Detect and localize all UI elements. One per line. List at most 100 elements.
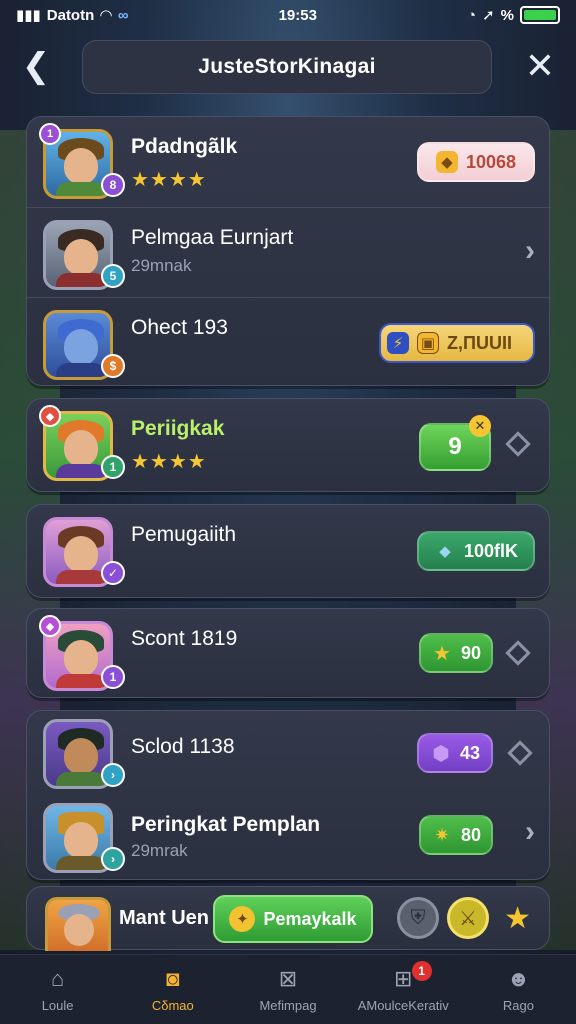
diamond-icon[interactable]	[505, 431, 531, 457]
tab-label: AMoulceKerativ	[357, 998, 449, 1013]
level-badge: 1	[101, 455, 125, 479]
gem-value: 43	[459, 742, 481, 763]
list-item[interactable]: 1 8 Pdadngãlk ★★★★ ◆ 10068	[27, 117, 551, 207]
player-name: Pelmgaa Eurnjart	[131, 226, 294, 249]
list-item[interactable]: 5 Pelmgaa Eurnjart 29mnak ›	[27, 207, 551, 297]
level-badge: ›	[101, 763, 125, 787]
alarm-icon: ◔	[467, 6, 477, 24]
gem-pill[interactable]: ◆ 100flK	[417, 531, 535, 571]
player-name: Scont 1819	[131, 627, 238, 650]
gem-value: 100flK	[463, 540, 519, 561]
chevron-right-icon[interactable]: ›	[525, 815, 535, 849]
tab-profile[interactable]: ☻ Rago	[461, 955, 576, 1024]
star-icon[interactable]: ★	[504, 901, 531, 936]
tab-label: Cδmao	[151, 998, 194, 1013]
list-item[interactable]: $ Ohect 193 ⚡ ▣ Z,ΠUUII	[27, 297, 551, 387]
chest-icon: ▣	[417, 332, 439, 354]
shield-icon: ⛨	[410, 906, 426, 929]
reward-pill[interactable]: ⚡ ▣ Z,ΠUUII	[379, 323, 535, 363]
rank-gem-icon: 1	[39, 123, 61, 145]
notification-badge: 1	[411, 961, 432, 981]
player-name: Ohect 193	[131, 316, 228, 339]
tab-label: Mefimpag	[259, 998, 317, 1013]
player-name: Pdadngãlk	[131, 135, 238, 158]
battery-icon	[520, 6, 560, 24]
coin-star-icon: ✷	[434, 824, 450, 845]
score-pill[interactable]: ✷ 80	[419, 815, 493, 855]
leaderboard-group: 1 8 Pdadngãlk ★★★★ ◆ 10068 5 Pelmgaa Eur…	[26, 116, 551, 387]
shield-button[interactable]: ⛨	[397, 897, 439, 939]
home-icon: ⌂	[50, 966, 65, 991]
top-bar: ❮ JusteStorKinagai ✕	[0, 38, 576, 96]
back-button[interactable]: ❮	[16, 46, 56, 86]
player-name: Pemugаiith	[131, 523, 237, 546]
coin-icon: ◆	[435, 151, 458, 173]
player-name: Peringkat Pemplan	[131, 813, 321, 836]
leaderboard-group: › Sclod 1138 ⬢ 43 › Peringkat Pemplan 29…	[26, 710, 550, 880]
tab-image[interactable]: ⊠ Mefimpag	[230, 955, 345, 1024]
wifi-icon: ◠	[100, 7, 112, 24]
close-icon: ✕	[524, 45, 556, 86]
score-pill[interactable]: ◆ 10068	[417, 142, 535, 182]
clock: 19:53	[278, 6, 317, 24]
diamond-icon[interactable]	[507, 740, 533, 766]
list-item[interactable]: ✓ Pemugаiith ◆ 100flK	[26, 504, 550, 598]
list-item[interactable]: ◆ 1 Periigkak ★★★★ 9 ✕	[26, 398, 550, 492]
list-item[interactable]: › Sclod 1138 ⬢ 43	[27, 711, 551, 795]
level-badge: 5	[101, 264, 125, 288]
page-title: JusteStorKinagai	[82, 40, 492, 94]
close-badge-icon[interactable]: ✕	[469, 415, 491, 437]
level-badge: ›	[101, 847, 125, 871]
star-icon: ★	[433, 642, 451, 665]
profile-icon: ☻	[506, 966, 530, 991]
camera-icon: ◙	[166, 966, 180, 991]
signal-icon: ▮▮▮	[16, 7, 41, 24]
tab-label: Loule	[41, 998, 74, 1013]
level-badge: 8	[101, 173, 125, 197]
reward-value: Z,ΠUUII	[447, 332, 512, 353]
current-player-bar: Mant Uen ✦ Pemaykalk ⛨ ⚔ ★	[26, 886, 550, 951]
level-value: 9	[448, 433, 462, 460]
claim-button[interactable]: ✦ Pemaykalk	[213, 895, 373, 943]
image-icon: ⊠	[278, 966, 298, 991]
link-icon: ∞	[117, 6, 129, 24]
level-badge: $	[101, 354, 125, 378]
location-icon: ➚	[482, 7, 495, 24]
coin-icon: ✦	[229, 906, 256, 932]
rank-gem-icon: ◆	[39, 615, 61, 637]
tab-home[interactable]: ⌂ Loule	[0, 955, 115, 1024]
tab-label: Rago	[502, 998, 534, 1013]
tab-bar: ⌂ Loule ◙ Cδmao ⊠ Mefimpag ⊞ 1 AMoulceKe…	[0, 954, 576, 1024]
list-item[interactable]: › Peringkat Pemplan 29mrak ✷ 80 ›	[27, 795, 551, 881]
crossed-swords-icon: ⚔	[459, 907, 477, 930]
score-value: 10068	[465, 151, 517, 172]
tab-camera[interactable]: ◙ Cδmao	[115, 955, 230, 1024]
close-button[interactable]: ✕	[520, 45, 560, 86]
list-item[interactable]: ◆ 1 Scont 1819 ★ 90	[26, 608, 550, 698]
player-subtitle: 29mrak	[131, 841, 188, 860]
gem-pill[interactable]: ⬢ 43	[417, 733, 493, 773]
sword-button[interactable]: ⚔	[447, 897, 489, 939]
diamond-icon[interactable]	[505, 640, 531, 666]
player-subtitle: 29mnak	[131, 256, 192, 275]
battery-label: %	[500, 6, 514, 24]
score-value: 80	[460, 824, 482, 845]
chevron-right-icon[interactable]: ›	[525, 234, 535, 268]
level-badge: ✓	[101, 561, 125, 585]
player-name: Periigkak	[131, 417, 225, 440]
score-pill[interactable]: ★ 90	[419, 633, 493, 673]
chevron-left-icon: ❮	[21, 47, 51, 85]
avatar	[45, 897, 111, 951]
rank-gem-icon: ◆	[39, 405, 61, 427]
tab-gallery[interactable]: ⊞ 1 AMoulceKerativ	[346, 955, 461, 1024]
claim-label: Pemaykalk	[263, 908, 357, 929]
star-rating: ★★★★	[131, 169, 207, 191]
gem-icon: ⬢	[432, 742, 450, 765]
score-value: 90	[460, 642, 482, 663]
carrier-label: Datotn	[46, 6, 95, 24]
lightning-icon: ⚡	[387, 332, 409, 354]
level-badge: 1	[101, 665, 125, 689]
crystal-icon: ◆	[439, 543, 451, 560]
star-rating: ★★★★	[131, 451, 207, 473]
player-name: Mant Uen	[119, 907, 209, 929]
